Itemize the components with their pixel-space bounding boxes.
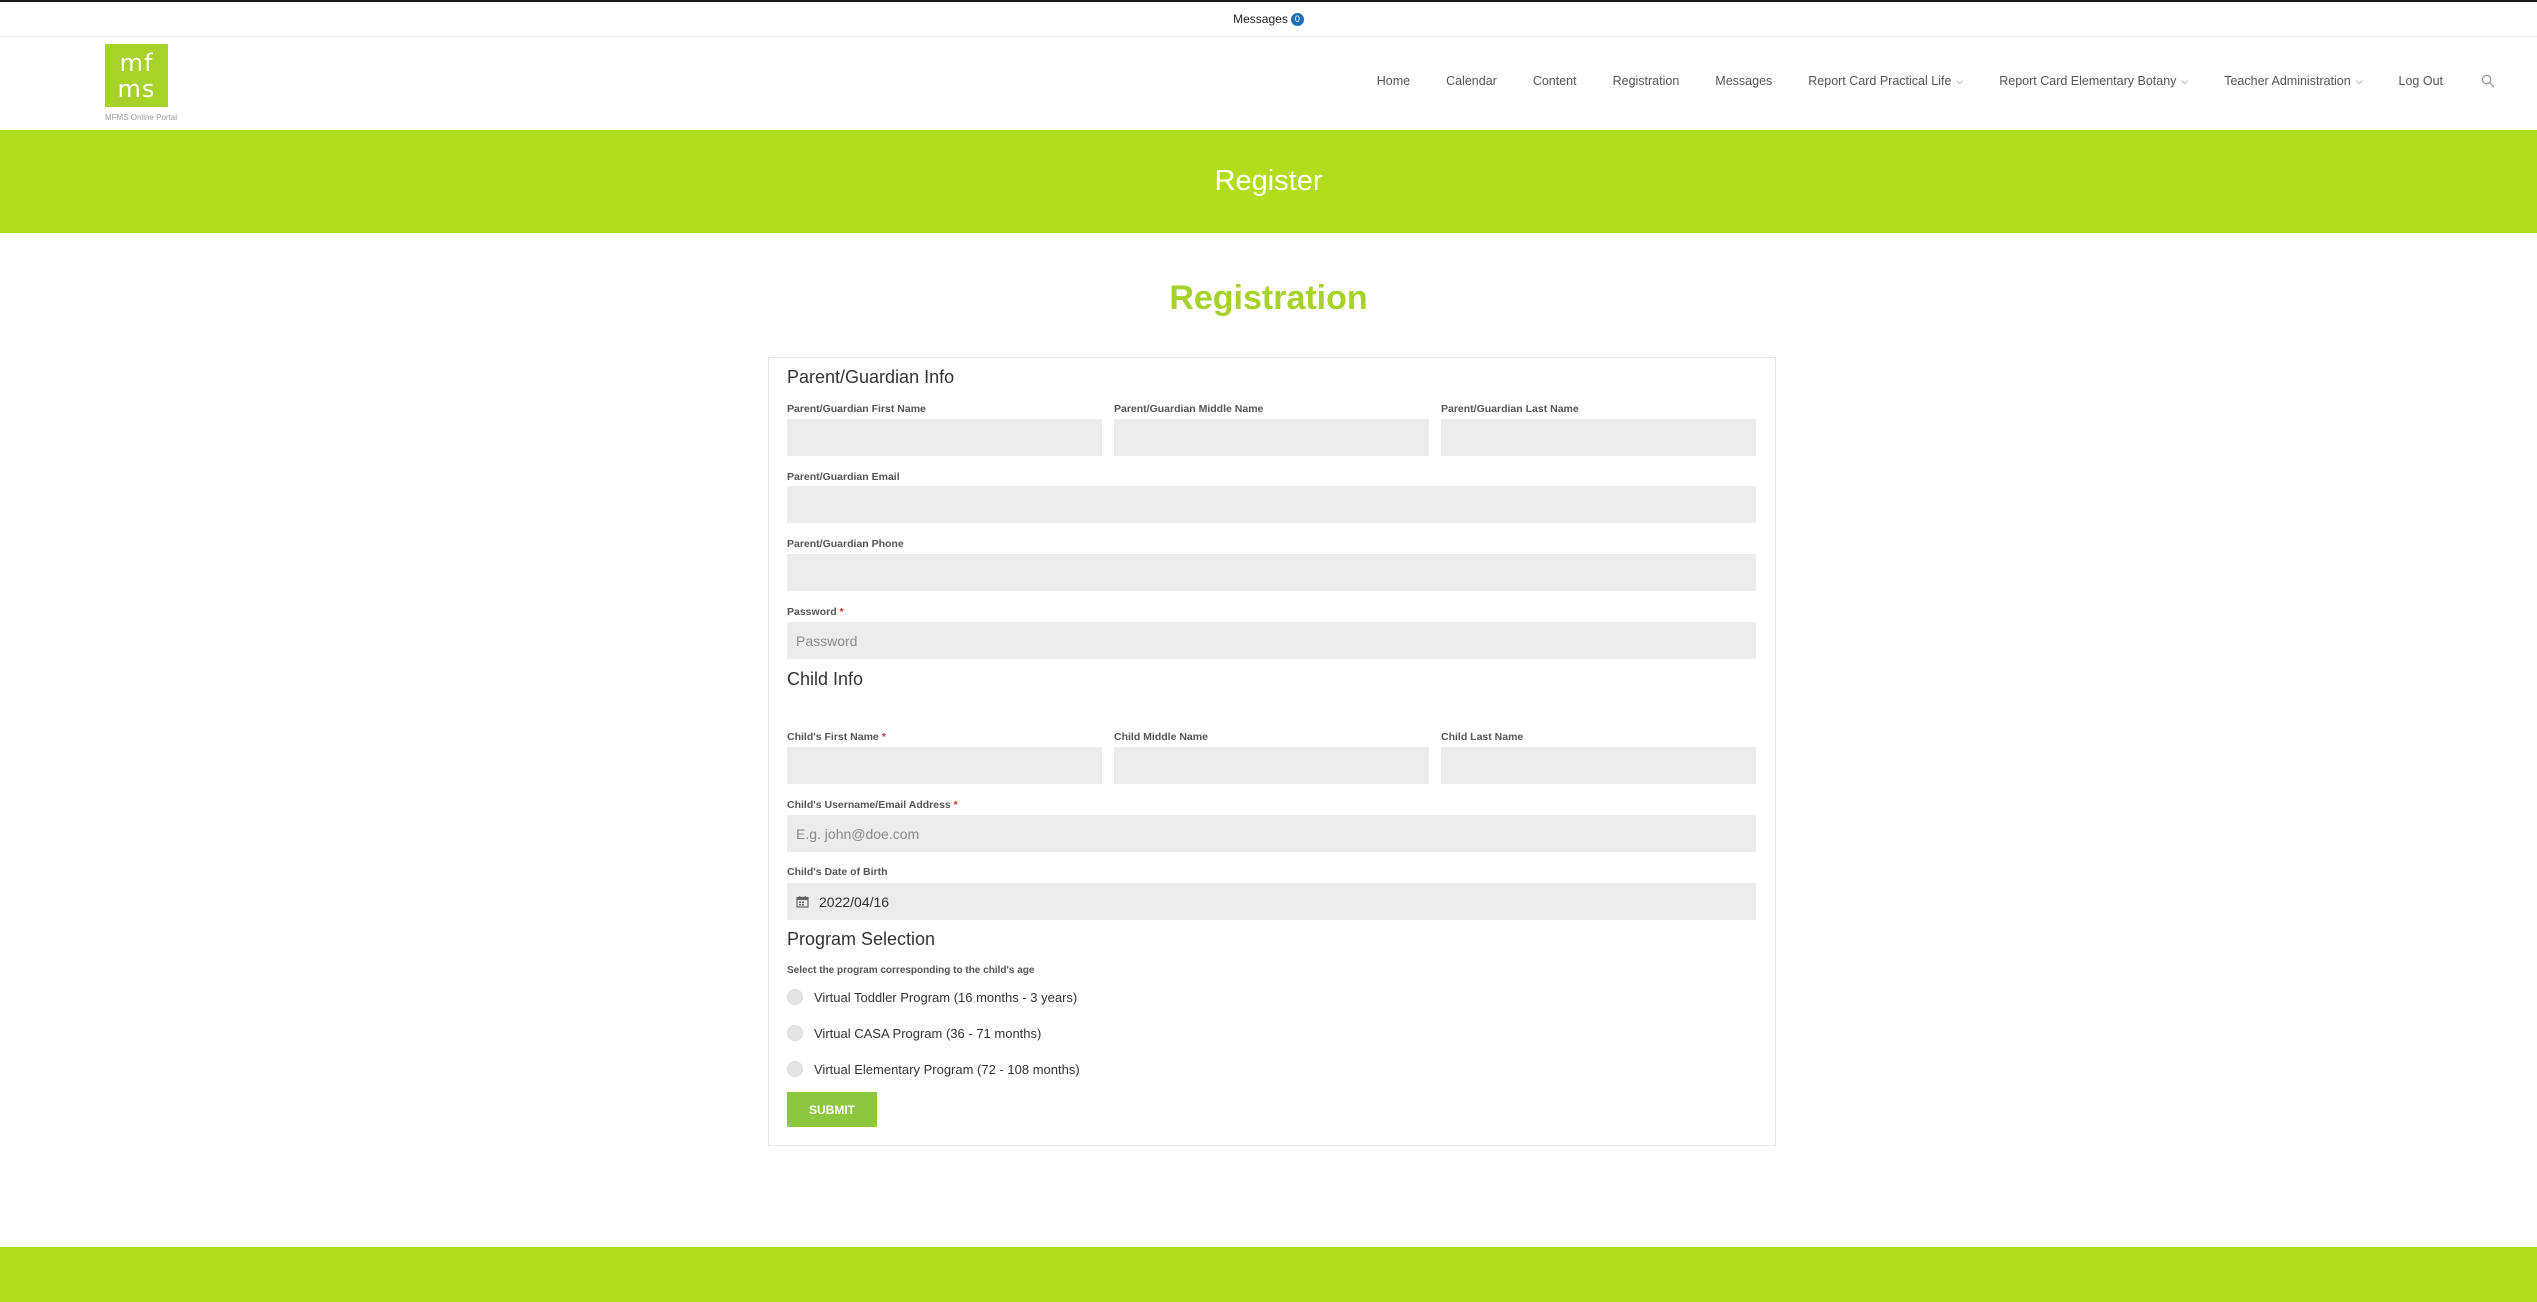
parent-middle-name-label: Parent/Guardian Middle Name [1114,403,1264,415]
radio-button[interactable] [787,989,803,1005]
nav-log-out-label: Log Out [2398,74,2443,88]
main-nav: Home Calendar Content Registration Messa… [1341,37,2537,125]
required-mark: * [881,731,886,743]
child-dob-value: 2022/04/16 [819,893,890,910]
child-last-name-label: Child Last Name [1441,731,1524,743]
nav-log-out[interactable]: Log Out [2399,74,2443,88]
chevron-down-icon: ⌵ [2181,75,2189,86]
messages-count-badge: 0 [1290,12,1304,26]
child-dob-field[interactable]: 2022/04/16 [787,883,1756,920]
logo-caption: MFMS Online Portal [104,113,178,122]
child-username-label: Child's Username/Email Address * [787,799,958,811]
parent-phone-field[interactable] [787,554,1756,591]
parent-last-name-label: Parent/Guardian Last Name [1441,403,1579,415]
parent-email-label: Parent/Guardian Email [787,471,900,483]
site-footer [0,1247,2537,1302]
nav-teacher-administration-label: Teacher Administration [2224,74,2351,88]
child-section-title: Child Info [787,669,864,689]
program-option-label: Virtual Elementary Program (72 - 108 mon… [814,1061,1080,1077]
parent-first-name-label: Parent/Guardian First Name [787,403,926,415]
chevron-down-icon: ⌵ [1956,75,1964,86]
program-option-toddler[interactable]: Virtual Toddler Program (16 months - 3 y… [787,989,1077,1005]
nav-content-label: Content [1532,74,1577,88]
program-option-label: Virtual Toddler Program (16 months - 3 y… [814,989,1078,1005]
child-first-name-label-text: Child's First Name [787,731,879,743]
password-placeholder: Password [796,632,858,649]
messages-top-bar: Messages 0 [0,2,2537,37]
nav-teacher-administration[interactable]: Teacher Administration ⌵ [2224,74,2362,88]
password-label-text: Password [787,606,837,618]
nav-calendar-label: Calendar [1446,74,1497,88]
logo-line-1: mf [119,49,154,77]
nav-calendar[interactable]: Calendar [1446,74,1497,88]
required-mark: * [953,799,958,811]
nav-report-card-practical-life[interactable]: Report Card Practical Life ⌵ [1808,74,1963,88]
program-section-title: Program Selection [787,929,936,949]
nav-messages[interactable]: Messages [1715,74,1772,88]
parent-first-name-field[interactable] [787,419,1102,456]
submit-button[interactable]: SUBMIT [787,1092,877,1127]
parent-section-title: Parent/Guardian Info [787,367,955,387]
nav-content[interactable]: Content [1533,74,1577,88]
messages-link[interactable]: Messages [1233,12,1288,26]
child-middle-name-field[interactable] [1114,747,1429,784]
nav-registration[interactable]: Registration [1613,74,1680,88]
program-option-elementary[interactable]: Virtual Elementary Program (72 - 108 mon… [787,1061,1080,1077]
parent-phone-label: Parent/Guardian Phone [787,538,904,550]
nav-messages-label: Messages [1715,74,1773,88]
child-first-name-field[interactable] [787,747,1102,784]
program-option-casa[interactable]: Virtual CASA Program (36 - 71 months) [787,1025,1041,1041]
radio-button[interactable] [787,1025,803,1041]
registration-form: Parent/Guardian Info Parent/Guardian Fir… [768,357,1776,1146]
nav-home[interactable]: Home [1377,74,1410,88]
child-last-name-field[interactable] [1441,747,1756,784]
required-mark: * [839,606,844,618]
child-middle-name-label: Child Middle Name [1114,731,1208,743]
child-dob-label: Child's Date of Birth [787,866,888,878]
logo-line-2: ms [117,75,156,103]
nav-report-card-elementary-botany-label: Report Card Elementary Botany [1999,74,2177,88]
password-label: Password * [787,606,844,618]
password-field[interactable]: Password [787,622,1756,659]
child-username-field[interactable]: E.g. john@doe.com [787,815,1756,852]
nav-registration-label: Registration [1612,74,1680,88]
nav-home-label: Home [1376,74,1411,88]
banner-title: Register [1214,165,1323,197]
child-username-placeholder: E.g. john@doe.com [796,825,920,842]
parent-email-field[interactable] [787,486,1756,523]
chevron-down-icon: ⌵ [2355,75,2363,86]
nav-report-card-practical-life-label: Report Card Practical Life [1808,74,1952,88]
program-hint: Select the program corresponding to the … [787,965,1035,976]
parent-last-name-field[interactable] [1441,419,1756,456]
site-header: mf ms MFMS Online Portal Home Calendar C… [0,37,2537,130]
page-title: Registration [1169,279,1368,317]
program-option-label: Virtual CASA Program (36 - 71 months) [814,1025,1042,1041]
child-first-name-label: Child's First Name * [787,731,886,743]
nav-report-card-elementary-botany[interactable]: Report Card Elementary Botany ⌵ [1999,74,2188,88]
search-icon[interactable] [2481,74,2495,88]
site-logo[interactable]: mf ms [105,44,168,107]
radio-button[interactable] [787,1061,803,1077]
child-username-label-text: Child's Username/Email Address [787,799,951,811]
parent-middle-name-field[interactable] [1114,419,1429,456]
page-banner: Register [0,130,2537,233]
calendar-icon[interactable] [796,895,809,908]
